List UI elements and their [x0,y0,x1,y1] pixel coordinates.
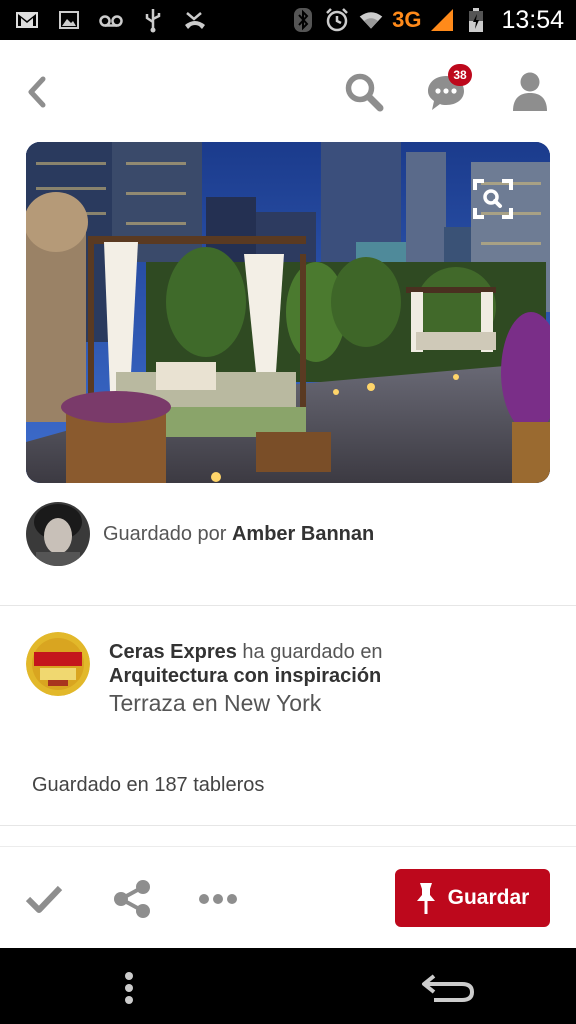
checkmark-icon [25,885,63,913]
visual-search-icon [473,179,513,219]
wifi-icon [358,7,384,33]
search-button[interactable] [340,68,388,116]
saved-by-text: Guardado por Amber Bannan [103,523,374,546]
missed-call-icon [182,7,208,33]
save-pin-button[interactable]: Guardar [395,869,550,927]
gmail-icon [14,7,40,33]
system-back-button[interactable] [418,968,478,1008]
more-icon [199,894,237,904]
menu-dots-icon [125,972,133,1004]
saved-by-row[interactable]: Guardado por Amber Bannan [26,502,546,566]
notification-badge: 38 [448,64,472,86]
voicemail-icon [98,7,124,33]
signal-icon [429,7,455,33]
pin-description: Terraza en New York [109,690,322,716]
back-arrow-icon [422,974,475,1002]
save-pin-label: Guardar [447,886,530,909]
system-nav-bar [0,948,576,1024]
back-button[interactable] [16,70,56,114]
saved-count[interactable]: Guardado en 187 tableros [32,774,264,797]
done-button[interactable] [22,877,66,921]
repin-user-name[interactable]: Ceras Expres [109,641,237,663]
share-button[interactable] [110,877,154,921]
saved-by-prefix: Guardado por [103,522,232,545]
visual-search-button[interactable] [472,178,514,220]
clock: 13:54 [501,5,564,34]
repin-middle-text: ha guardado en [236,641,383,663]
status-bar: 3G 13:54 [0,0,576,40]
divider [0,605,576,606]
pushpin-icon [416,883,435,914]
share-icon [114,880,150,918]
saved-by-user-name[interactable]: Amber Bannan [232,523,374,545]
person-icon [513,72,547,111]
top-toolbar [0,40,576,144]
repin-text: Ceras Expres ha guardado en Arquitectura… [109,640,549,688]
notification-icons [14,0,208,40]
battery-icon [463,7,489,33]
divider [0,825,576,826]
search-icon [345,73,384,112]
usb-icon [140,7,166,33]
gallery-icon [56,7,82,33]
repin-user-avatar[interactable] [26,632,90,696]
alarm-icon [324,7,350,33]
action-bar: Guardar [0,846,576,949]
pin-image[interactable] [26,142,550,483]
board-name-link[interactable]: Arquitectura con inspiración [109,665,381,687]
network-type-label: 3G [392,7,422,32]
system-icons: 3G 13:54 [290,0,564,40]
more-options-button[interactable] [196,877,240,921]
profile-button[interactable] [508,68,552,116]
bluetooth-icon [290,7,316,33]
menu-button[interactable] [116,968,142,1008]
chevron-left-icon [28,76,46,108]
avatar[interactable] [26,502,90,566]
